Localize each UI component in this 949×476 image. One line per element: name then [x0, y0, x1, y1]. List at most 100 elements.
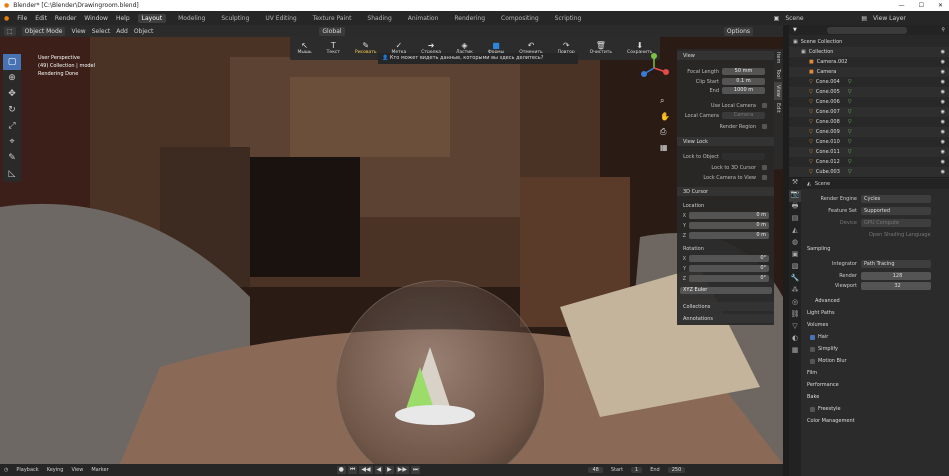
workspace-tab-modeling[interactable]: Modeling — [174, 14, 209, 23]
collection-props-tab-icon[interactable]: ▣ — [789, 250, 801, 262]
play-reverse-icon[interactable]: ◀ — [374, 466, 384, 474]
options-dropdown[interactable]: Options — [723, 26, 753, 36]
view-layer-props-tab-icon[interactable]: ▤ — [789, 214, 801, 226]
visibility-eye-icon[interactable]: ◉ — [941, 99, 945, 105]
world-props-tab-icon[interactable]: ◍ — [789, 238, 801, 250]
lock-camera-to-view-checkbox[interactable] — [762, 175, 767, 180]
navigation-gizmo[interactable] — [638, 52, 670, 84]
workspace-tab-layout[interactable]: Layout — [137, 13, 167, 23]
bake-section[interactable]: Bake — [801, 392, 949, 402]
3d-cursor-section-header[interactable]: 3D Cursor — [677, 187, 774, 196]
visibility-eye-icon[interactable]: ◉ — [941, 109, 945, 115]
minimize-icon[interactable]: — — [899, 2, 905, 9]
hair-section[interactable]: Hair — [801, 332, 949, 342]
timeline-menu-keying[interactable]: Keying — [47, 467, 64, 473]
workspace-tab-sculpting[interactable]: Sculpting — [217, 14, 253, 23]
scene-props-tab-icon[interactable]: ◭ — [789, 226, 801, 238]
sharing-question-banner[interactable]: 👤 Кто может видеть данные, которыми вы з… — [378, 53, 578, 64]
move-tool-icon[interactable]: ✥ — [3, 86, 21, 102]
collections-section-header[interactable]: Collections — [677, 302, 774, 311]
feature-set-dropdown[interactable]: Supported — [861, 207, 931, 215]
rotate-tool-icon[interactable]: ↻ — [3, 102, 21, 118]
simplify-section[interactable]: Simplify — [801, 344, 949, 354]
visibility-eye-icon[interactable]: ◉ — [941, 149, 945, 155]
timeline-menu-view[interactable]: View — [71, 467, 83, 473]
cursor-location-z-field[interactable]: 0 m — [689, 232, 769, 239]
outliner-row[interactable]: ▽ Cube.003 ▽ ◉ — [789, 167, 949, 177]
render-props-tab-icon[interactable]: 📷 — [789, 190, 801, 202]
integrator-dropdown[interactable]: Path Tracing — [861, 260, 931, 268]
outliner-row[interactable]: ▽ Cone.007 ▽ ◉ — [789, 107, 949, 117]
scene-selector-icon[interactable]: ▣ — [774, 15, 780, 22]
color-management-section[interactable]: Color Management — [801, 416, 949, 426]
maximize-icon[interactable]: ☐ — [919, 2, 924, 9]
lock-camera-to-view-row[interactable]: Lock Camera to View — [677, 173, 774, 182]
outliner-row[interactable]: ▽ Cone.012 ▽ ◉ — [789, 157, 949, 167]
header-menu-add[interactable]: Add — [116, 28, 128, 35]
blender-menu-icon[interactable]: ● — [4, 15, 9, 22]
measure-tool-icon[interactable]: ◺ — [3, 166, 21, 182]
advanced-subsection[interactable]: Advanced — [801, 296, 949, 306]
zoom-icon[interactable]: ⌕ — [660, 96, 670, 106]
current-frame-field[interactable]: 48 — [588, 467, 603, 473]
header-menu-view[interactable]: View — [71, 28, 85, 35]
view-layer-selector[interactable]: View Layer — [873, 15, 943, 22]
timeline-menu-playback[interactable]: Playback — [16, 467, 38, 473]
jump-start-icon[interactable]: ⏮ — [347, 466, 358, 474]
workspace-tab-uv-editing[interactable]: UV Editing — [261, 14, 300, 23]
cursor-tool-icon[interactable]: ⊕ — [3, 70, 21, 86]
tab-item[interactable]: Item — [774, 49, 782, 66]
lock-to-3d-cursor-checkbox[interactable] — [762, 165, 767, 170]
object-props-tab-icon[interactable]: ▧ — [789, 262, 801, 274]
performance-section[interactable]: Performance — [801, 380, 949, 390]
outliner-row[interactable]: ▽ Cone.004 ▽ ◉ — [789, 77, 949, 87]
outliner-row[interactable]: ▣ Collection ◉ — [789, 47, 949, 57]
ru-tool-clear[interactable]: 🗑 Очистить — [590, 41, 612, 55]
visibility-eye-icon[interactable]: ◉ — [941, 159, 945, 165]
cursor-rotation-z-field[interactable]: 0° — [689, 275, 769, 282]
ru-tool-text[interactable]: T Текст — [327, 41, 340, 55]
camera-view-icon[interactable]: ⎙ — [660, 127, 670, 137]
editor-type-icon[interactable]: ⬚ — [4, 26, 16, 36]
annotate-tool-icon[interactable]: ✎ — [3, 150, 21, 166]
render-samples-field[interactable]: 128 — [861, 272, 931, 280]
timeline-menu-marker[interactable]: Marker — [91, 467, 108, 473]
viewport-samples-field[interactable]: 32 — [861, 282, 931, 290]
scene-selector[interactable]: Scene — [785, 15, 855, 22]
transform-tool-icon[interactable]: ⌖ — [3, 134, 21, 150]
sampling-section-header[interactable]: Sampling — [801, 244, 949, 254]
outliner-row[interactable]: ▽ Cone.006 ▽ ◉ — [789, 97, 949, 107]
hair-checkbox[interactable] — [810, 334, 815, 340]
workspace-tab-scripting[interactable]: Scripting — [551, 14, 586, 23]
outliner-search-input[interactable] — [826, 26, 907, 34]
workspace-tab-rendering[interactable]: Rendering — [450, 14, 489, 23]
cursor-rotation-y-field[interactable]: 0° — [689, 265, 769, 272]
simplify-checkbox[interactable] — [810, 346, 815, 352]
visibility-eye-icon[interactable]: ◉ — [941, 59, 945, 65]
cursor-rotation-x-field[interactable]: 0° — [689, 255, 769, 262]
ru-tool-draw[interactable]: ✎ Рисовать — [355, 41, 377, 55]
menu-help[interactable]: Help — [116, 15, 130, 22]
device-dropdown[interactable]: GPU Compute — [861, 219, 931, 227]
osl-row[interactable]: Open Shading Language — [801, 230, 949, 240]
physics-props-tab-icon[interactable]: ◎ — [789, 298, 801, 310]
visibility-eye-icon[interactable]: ◉ — [941, 169, 945, 175]
jump-end-icon[interactable]: ⏭ — [411, 466, 421, 474]
outliner-row[interactable]: ▽ Cone.010 ▽ ◉ — [789, 137, 949, 147]
output-props-tab-icon[interactable]: 🖶 — [789, 202, 801, 214]
clip-start-field[interactable]: 0.1 m — [722, 78, 765, 85]
outliner-row[interactable]: ▽ Cone.005 ▽ ◉ — [789, 87, 949, 97]
rotation-mode-dropdown[interactable]: XYZ Euler — [680, 287, 772, 294]
freestyle-section[interactable]: Freestyle — [801, 404, 949, 414]
visibility-eye-icon[interactable]: ◉ — [941, 79, 945, 85]
use-local-camera-row[interactable]: Use Local Camera — [677, 101, 774, 110]
outliner-row[interactable]: ▽ Cone.009 ▽ ◉ — [789, 127, 949, 137]
outliner-row[interactable]: ▣ Scene Collection — [789, 37, 949, 47]
local-camera-field[interactable]: Camera — [722, 112, 765, 119]
texture-props-tab-icon[interactable]: ▦ — [789, 346, 801, 358]
pan-hand-icon[interactable]: ✋ — [660, 112, 670, 121]
motion-blur-checkbox[interactable] — [810, 358, 815, 364]
volumes-section[interactable]: Volumes — [801, 320, 949, 330]
workspace-tab-compositing[interactable]: Compositing — [497, 14, 543, 23]
record-icon[interactable]: ● — [336, 466, 346, 474]
